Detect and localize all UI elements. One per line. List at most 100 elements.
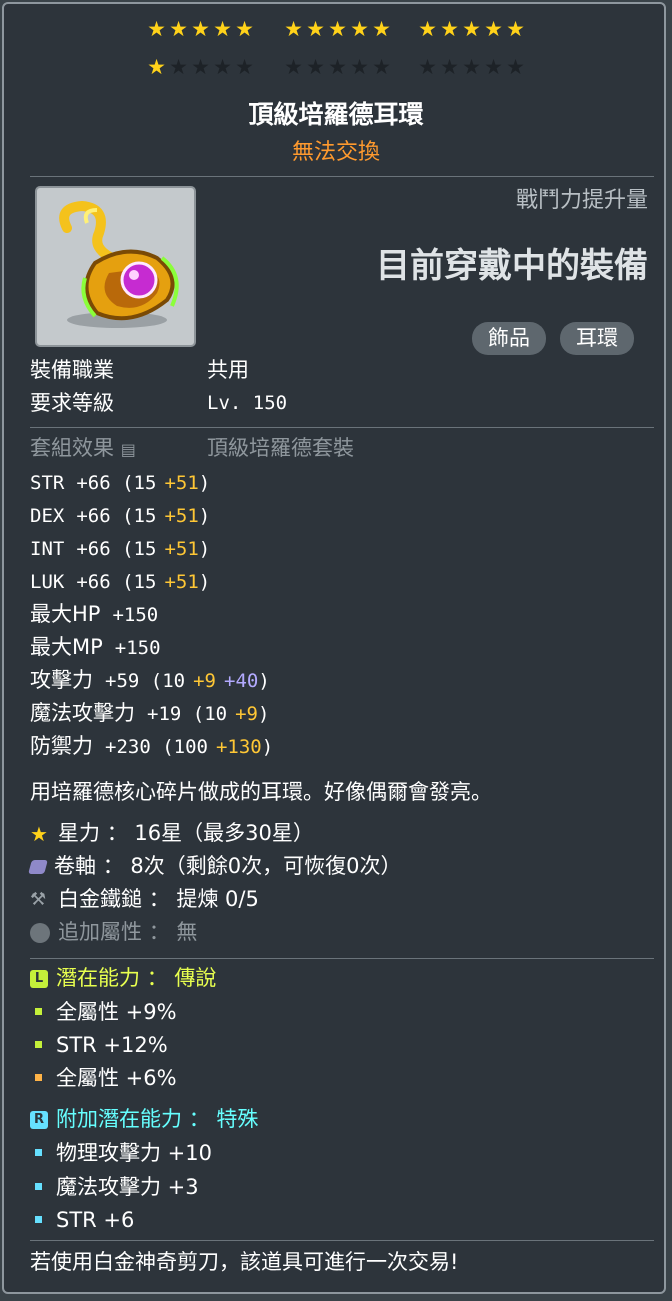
- stat-base: 15: [133, 538, 157, 560]
- star-filled-icon: ★: [462, 17, 481, 41]
- stat-name: 魔法攻擊力: [30, 701, 135, 725]
- stat-total: +150: [112, 604, 159, 626]
- star-empty-icon: ★: [191, 55, 210, 79]
- legendary-badge-icon: L: [30, 970, 48, 988]
- stat-bonus: +9: [193, 670, 216, 692]
- job-row: 裝備職業 共用: [30, 355, 249, 385]
- hammer-label: 白金鐵鎚: [58, 887, 142, 911]
- item-icon-frame: [35, 186, 196, 347]
- stat-bonus: +51: [164, 571, 199, 593]
- stat-row: INT +66 (15 +51): [30, 538, 211, 560]
- stat-row: 防禦力 +230 (100 +130): [30, 734, 274, 758]
- bonus-potential-line: 物理攻擊力 +10: [30, 1138, 212, 1168]
- flame-value: 無: [176, 920, 198, 944]
- stat-base: 15: [133, 571, 157, 593]
- star-filled-icon: ★: [440, 17, 459, 41]
- stat-row: DEX +66 (15 +51): [30, 505, 211, 527]
- bonus-potential-line: STR +6: [30, 1205, 134, 1235]
- stat-name: STR: [30, 472, 65, 494]
- potential-line: 全屬性 +6%: [30, 1063, 177, 1093]
- hammer-icon: ⚒: [30, 889, 47, 910]
- star-filled-icon: ★: [147, 55, 166, 79]
- stat-base: 10: [204, 703, 228, 725]
- stat-extra: +40: [224, 670, 259, 692]
- divider: [30, 427, 654, 428]
- stat-total: +66: [76, 571, 111, 593]
- star-filled-icon: ★: [372, 17, 391, 41]
- stat-bonus: +51: [164, 538, 199, 560]
- stat-bonus: +51: [164, 472, 199, 494]
- lock-icon: ▤: [120, 440, 136, 459]
- bullet-icon: [35, 1216, 42, 1223]
- starforce-row: ★ 星力 ： 16星（最多30星）: [30, 821, 314, 846]
- stat-total: +19: [147, 703, 182, 725]
- bullet-icon: [35, 1041, 42, 1048]
- flame-row: 追加屬性 ： 無: [30, 917, 197, 947]
- bonus-potential-line: 魔法攻擊力 +3: [30, 1172, 199, 1202]
- star-filled-icon: ★: [306, 17, 325, 41]
- star-filled-icon: ★: [284, 17, 303, 41]
- star-empty-icon: ★: [372, 55, 391, 79]
- set-row: 套組效果 ▤ 頂級培羅德套裝: [30, 433, 354, 463]
- star-filled-icon: ★: [418, 17, 437, 41]
- star-empty-icon: ★: [462, 55, 481, 79]
- star-empty-icon: ★: [306, 55, 325, 79]
- star-force-row-2: ★ ★ ★ ★ ★ ★ ★ ★ ★ ★ ★ ★ ★ ★ ★: [0, 55, 672, 84]
- stat-total: +66: [76, 505, 111, 527]
- stat-total: +66: [76, 538, 111, 560]
- potential-line: 全屬性 +9%: [30, 997, 177, 1027]
- star-empty-icon: ★: [350, 55, 369, 79]
- star-filled-icon: ★: [169, 17, 188, 41]
- star-empty-icon: ★: [284, 55, 303, 79]
- star-force-row-1: ★ ★ ★ ★ ★ ★ ★ ★ ★ ★ ★ ★ ★ ★ ★: [0, 17, 672, 46]
- stat-name: DEX: [30, 505, 65, 527]
- level-label: 要求等級: [30, 391, 114, 415]
- star-empty-icon: ★: [484, 55, 503, 79]
- scroll-row: 卷軸 ： 8次（剩餘0次，可恢復0次）: [28, 851, 401, 881]
- stat-base: 10: [162, 670, 186, 692]
- bonus-potential-header: R 附加潛在能力 ： 特殊: [30, 1104, 258, 1134]
- star-filled-icon: ★: [328, 17, 347, 41]
- stat-total: +230: [105, 736, 151, 758]
- job-value: 共用: [207, 358, 249, 382]
- star-empty-icon: ★: [328, 55, 347, 79]
- potential-label: 潛在能力: [56, 966, 140, 990]
- stat-row: STR +66 (15 +51): [30, 472, 211, 494]
- scissors-note: 若使用白金神奇剪刀，該道具可進行一次交易!: [30, 1250, 459, 1274]
- cp-change-label: 戰鬥力提升量: [515, 188, 648, 213]
- starforce-value: 16星（最多30星）: [134, 821, 314, 845]
- tradability-status: 無法交換: [291, 140, 380, 165]
- star-icon: ★: [30, 822, 48, 846]
- stat-name: LUK: [30, 571, 65, 593]
- stat-row: 最大HP +150: [30, 599, 158, 629]
- scroll-icon: [28, 860, 48, 874]
- tag-category: 飾品: [472, 322, 546, 355]
- stat-row: 魔法攻擊力 +19 (10 +9): [30, 701, 270, 725]
- set-label: 套組效果: [30, 436, 114, 460]
- stat-bonus: +130: [215, 736, 262, 758]
- stat-name: 最大MP: [30, 635, 103, 659]
- stat-base: 15: [133, 505, 157, 527]
- earring-icon: [59, 200, 179, 328]
- star-empty-icon: ★: [235, 55, 254, 79]
- stat-total: +150: [114, 637, 161, 659]
- stat-total: +66: [76, 472, 111, 494]
- flame-label: 追加屬性: [58, 920, 142, 944]
- item-description: 用培羅德核心碎片做成的耳環。好像偶爾會發亮。: [30, 780, 492, 804]
- tag-type: 耳環: [560, 322, 634, 355]
- stat-bonus: +9: [235, 703, 258, 725]
- star-filled-icon: ★: [506, 17, 525, 41]
- stat-base: 15: [133, 472, 157, 494]
- star-empty-icon: ★: [506, 55, 525, 79]
- item-name: 頂級培羅德耳環: [248, 100, 424, 129]
- stat-bonus: +51: [164, 505, 199, 527]
- star-empty-icon: ★: [440, 55, 459, 79]
- stat-name: 最大HP: [30, 602, 101, 626]
- stat-total: +59: [105, 670, 140, 692]
- star-empty-icon: ★: [213, 55, 232, 79]
- set-value: 頂級培羅德套裝: [207, 436, 354, 460]
- bullet-icon: [35, 1008, 42, 1015]
- divider: [30, 176, 654, 177]
- star-filled-icon: ★: [350, 17, 369, 41]
- star-filled-icon: ★: [484, 17, 503, 41]
